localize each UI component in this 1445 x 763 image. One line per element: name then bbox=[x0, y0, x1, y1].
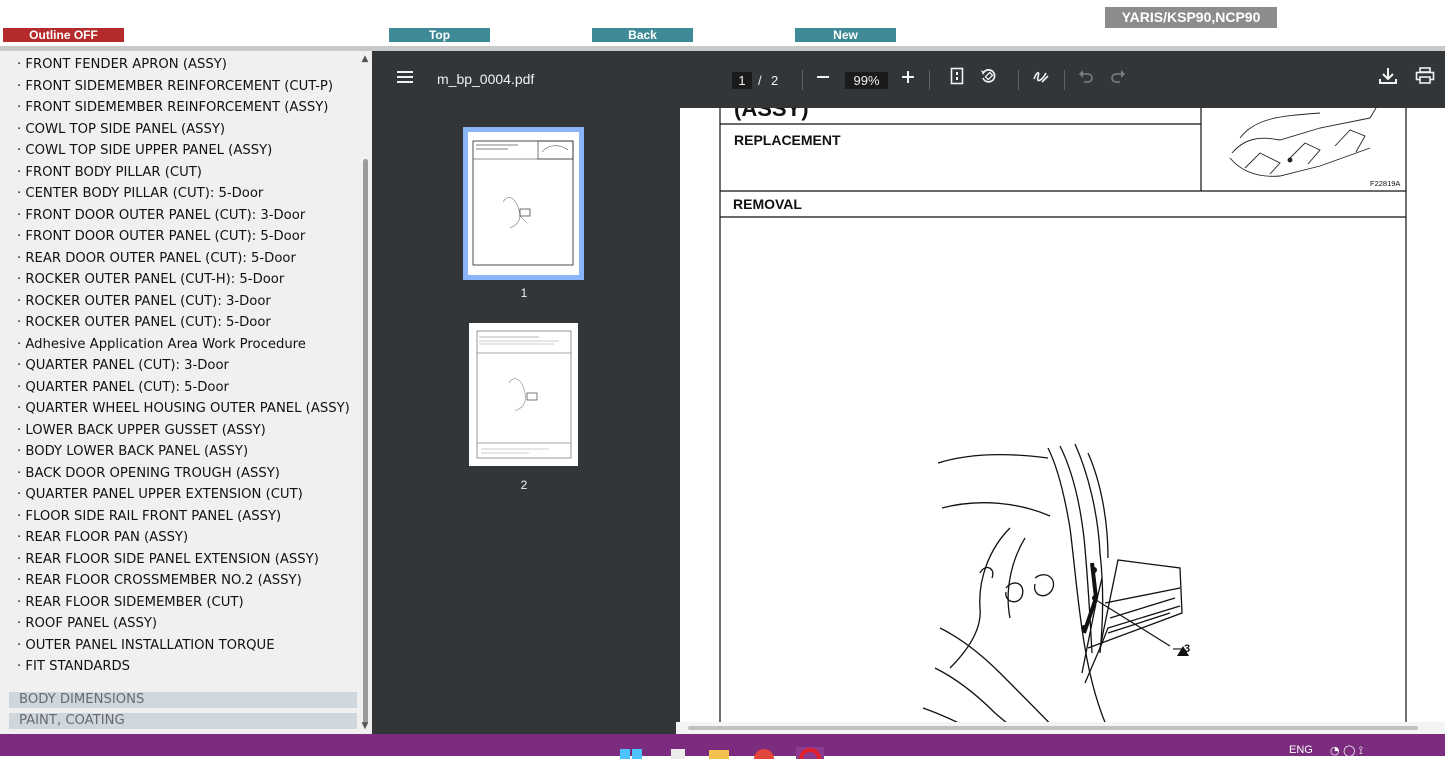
removal-heading: REMOVAL bbox=[733, 196, 802, 212]
file-name: m_bp_0004.pdf bbox=[437, 71, 535, 87]
outline-item[interactable]: ROOF PANEL (ASSY) bbox=[17, 616, 359, 632]
redo-icon[interactable] bbox=[1106, 67, 1130, 91]
zoom-in-icon[interactable] bbox=[896, 67, 920, 91]
page-thumbnail-2[interactable] bbox=[469, 323, 578, 466]
outline-item[interactable]: FIT STANDARDS bbox=[17, 659, 359, 675]
scroll-down-icon[interactable]: ▼ bbox=[360, 720, 370, 732]
section-paint-coating[interactable]: PAINT, COATING bbox=[9, 713, 357, 729]
menu-icon[interactable] bbox=[393, 67, 417, 91]
thumbnail-page-image bbox=[468, 132, 579, 275]
toolbar-divider bbox=[802, 70, 803, 90]
outline-item[interactable]: REAR FLOOR PAN (ASSY) bbox=[17, 530, 359, 546]
thumbnail-label: 1 bbox=[520, 286, 528, 300]
outline-item[interactable]: REAR FLOOR SIDE PANEL EXTENSION (ASSY) bbox=[17, 552, 359, 568]
header-bar: Outline OFF Top Back New YARIS/KSP90,NCP… bbox=[0, 0, 1445, 46]
page-number-input[interactable]: 1 bbox=[732, 72, 752, 89]
thumbnail-pane: 1 2 bbox=[372, 108, 680, 734]
outline-item[interactable]: QUARTER PANEL (CUT): 5-Door bbox=[17, 380, 359, 396]
outline-item[interactable]: ROCKER OUTER PANEL (CUT): 5-Door bbox=[17, 315, 359, 331]
outline-sidebar: FRONT FENDER APRON (ASSY) FRONT SIDEMEMB… bbox=[0, 51, 372, 734]
outline-item[interactable]: REAR FLOOR SIDEMEMBER (CUT) bbox=[17, 595, 359, 611]
outline-item[interactable]: FRONT SIDEMEMBER REINFORCEMENT (CUT-P) bbox=[17, 79, 359, 95]
sidebar-scroll-thumb[interactable] bbox=[363, 159, 368, 724]
outline-item[interactable]: COWL TOP SIDE PANEL (ASSY) bbox=[17, 122, 359, 138]
outline-item[interactable]: Adhesive Application Area Work Procedure bbox=[17, 337, 359, 353]
outline-item[interactable]: QUARTER WHEEL HOUSING OUTER PANEL (ASSY) bbox=[17, 401, 359, 417]
undo-icon[interactable] bbox=[1074, 67, 1098, 91]
outline-item[interactable]: QUARTER PANEL UPPER EXTENSION (CUT) bbox=[17, 487, 359, 503]
section-body-dimensions[interactable]: BODY DIMENSIONS bbox=[9, 692, 357, 708]
replacement-heading: REPLACEMENT bbox=[734, 132, 841, 148]
fit-page-icon[interactable] bbox=[945, 67, 969, 91]
figure-callout: —3 bbox=[1173, 643, 1191, 655]
new-button[interactable]: New bbox=[795, 28, 896, 42]
sidebar-scrollbar[interactable]: ▲ ▼ bbox=[360, 51, 370, 734]
toolbar-divider bbox=[1018, 70, 1019, 90]
outline-item[interactable]: OUTER PANEL INSTALLATION TORQUE bbox=[17, 638, 359, 654]
back-button[interactable]: Back bbox=[592, 28, 693, 42]
rotate-icon[interactable] bbox=[977, 67, 1001, 91]
print-icon[interactable] bbox=[1413, 67, 1437, 91]
outline-item[interactable]: BACK DOOR OPENING TROUGH (ASSY) bbox=[17, 466, 359, 482]
pdf-viewer: m_bp_0004.pdf 1 / 2 99% 1 2 (ASSY) REPLA… bbox=[372, 51, 1445, 734]
pdf-toolbar: m_bp_0004.pdf 1 / 2 99% bbox=[372, 51, 1445, 108]
draw-icon[interactable] bbox=[1029, 67, 1053, 91]
outline-item[interactable]: FRONT FENDER APRON (ASSY) bbox=[17, 57, 359, 73]
toolbar-divider bbox=[1064, 70, 1065, 90]
toolbar-divider bbox=[929, 70, 930, 90]
outline-item[interactable]: CENTER BODY PILLAR (CUT): 5-Door bbox=[17, 186, 359, 202]
outline-item[interactable]: FRONT DOOR OUTER PANEL (CUT): 3-Door bbox=[17, 208, 359, 224]
download-icon[interactable] bbox=[1376, 67, 1400, 91]
page-separator: / bbox=[758, 73, 762, 88]
page-thumbnail-1[interactable] bbox=[463, 127, 584, 280]
outline-item[interactable]: LOWER BACK UPPER GUSSET (ASSY) bbox=[17, 423, 359, 439]
pdf-page[interactable]: (ASSY) REPLACEMENT REMOVAL F22819A —3 bbox=[680, 108, 1445, 734]
horizontal-scroll-thumb[interactable] bbox=[688, 726, 1418, 730]
outline-item[interactable]: QUARTER PANEL (CUT): 3-Door bbox=[17, 358, 359, 374]
outline-item[interactable]: REAR FLOOR CROSSMEMBER NO.2 (ASSY) bbox=[17, 573, 359, 589]
taskbar: ENG ◔ ◯ ⟟ bbox=[0, 734, 1445, 763]
outline-list: FRONT FENDER APRON (ASSY) FRONT SIDEMEMB… bbox=[17, 57, 359, 681]
thumbnail-label: 2 bbox=[520, 478, 528, 492]
figure-code: F22819A bbox=[1370, 179, 1401, 188]
outline-item[interactable]: ROCKER OUTER PANEL (CUT): 3-Door bbox=[17, 294, 359, 310]
horizontal-scrollbar[interactable] bbox=[676, 722, 1445, 734]
document-title-fragment: (ASSY) bbox=[734, 108, 809, 121]
page-total: 2 bbox=[771, 73, 779, 88]
outline-item[interactable]: ROCKER OUTER PANEL (CUT-H): 5-Door bbox=[17, 272, 359, 288]
zoom-out-icon[interactable] bbox=[811, 67, 835, 91]
outline-item[interactable]: BODY LOWER BACK PANEL (ASSY) bbox=[17, 444, 359, 460]
outline-item[interactable]: FRONT DOOR OUTER PANEL (CUT): 5-Door bbox=[17, 229, 359, 245]
outline-toggle-button[interactable]: Outline OFF bbox=[3, 28, 124, 42]
outline-item[interactable]: COWL TOP SIDE UPPER PANEL (ASSY) bbox=[17, 143, 359, 159]
outline-item[interactable]: FLOOR SIDE RAIL FRONT PANEL (ASSY) bbox=[17, 509, 359, 525]
top-button[interactable]: Top bbox=[389, 28, 490, 42]
scroll-up-icon[interactable]: ▲ bbox=[360, 53, 370, 65]
outline-item[interactable]: FRONT BODY PILLAR (CUT) bbox=[17, 165, 359, 181]
outline-item[interactable]: FRONT SIDEMEMBER REINFORCEMENT (ASSY) bbox=[17, 100, 359, 116]
model-badge: YARIS/KSP90,NCP90 bbox=[1105, 7, 1277, 28]
zoom-input[interactable]: 99% bbox=[845, 72, 888, 89]
language-indicator[interactable]: ENG bbox=[1289, 744, 1313, 756]
outline-item[interactable]: REAR DOOR OUTER PANEL (CUT): 5-Door bbox=[17, 251, 359, 267]
